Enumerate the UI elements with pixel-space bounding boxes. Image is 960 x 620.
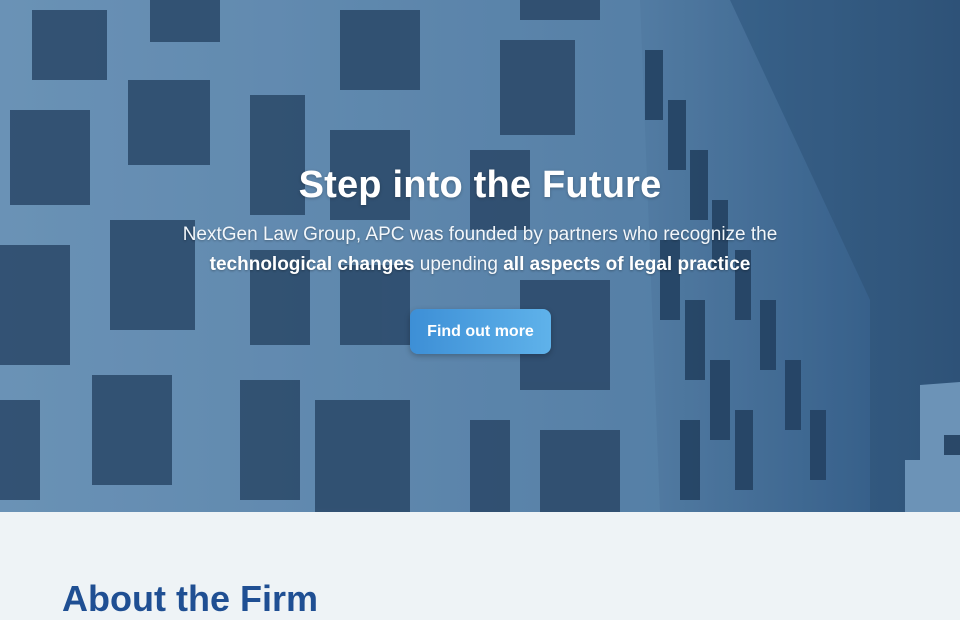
hero-subtitle-mid: upending xyxy=(414,254,504,275)
hero-subtitle: NextGen Law Group, APC was founded by pa… xyxy=(140,220,820,280)
hero-subtitle-bold2: all aspects of legal practice xyxy=(503,254,751,275)
find-out-more-button[interactable]: Find out more xyxy=(410,309,551,354)
about-title: About the Firm xyxy=(62,578,318,619)
hero-section: Step into the Future NextGen Law Group, … xyxy=(0,0,960,512)
hero-subtitle-bold1: technological changes xyxy=(209,254,415,275)
hero-content: Step into the Future NextGen Law Group, … xyxy=(0,0,960,512)
about-section: About the Firm xyxy=(0,512,960,619)
hero-title: Step into the Future xyxy=(298,164,662,206)
hero-subtitle-line1: NextGen Law Group, APC was founded by pa… xyxy=(182,224,778,245)
